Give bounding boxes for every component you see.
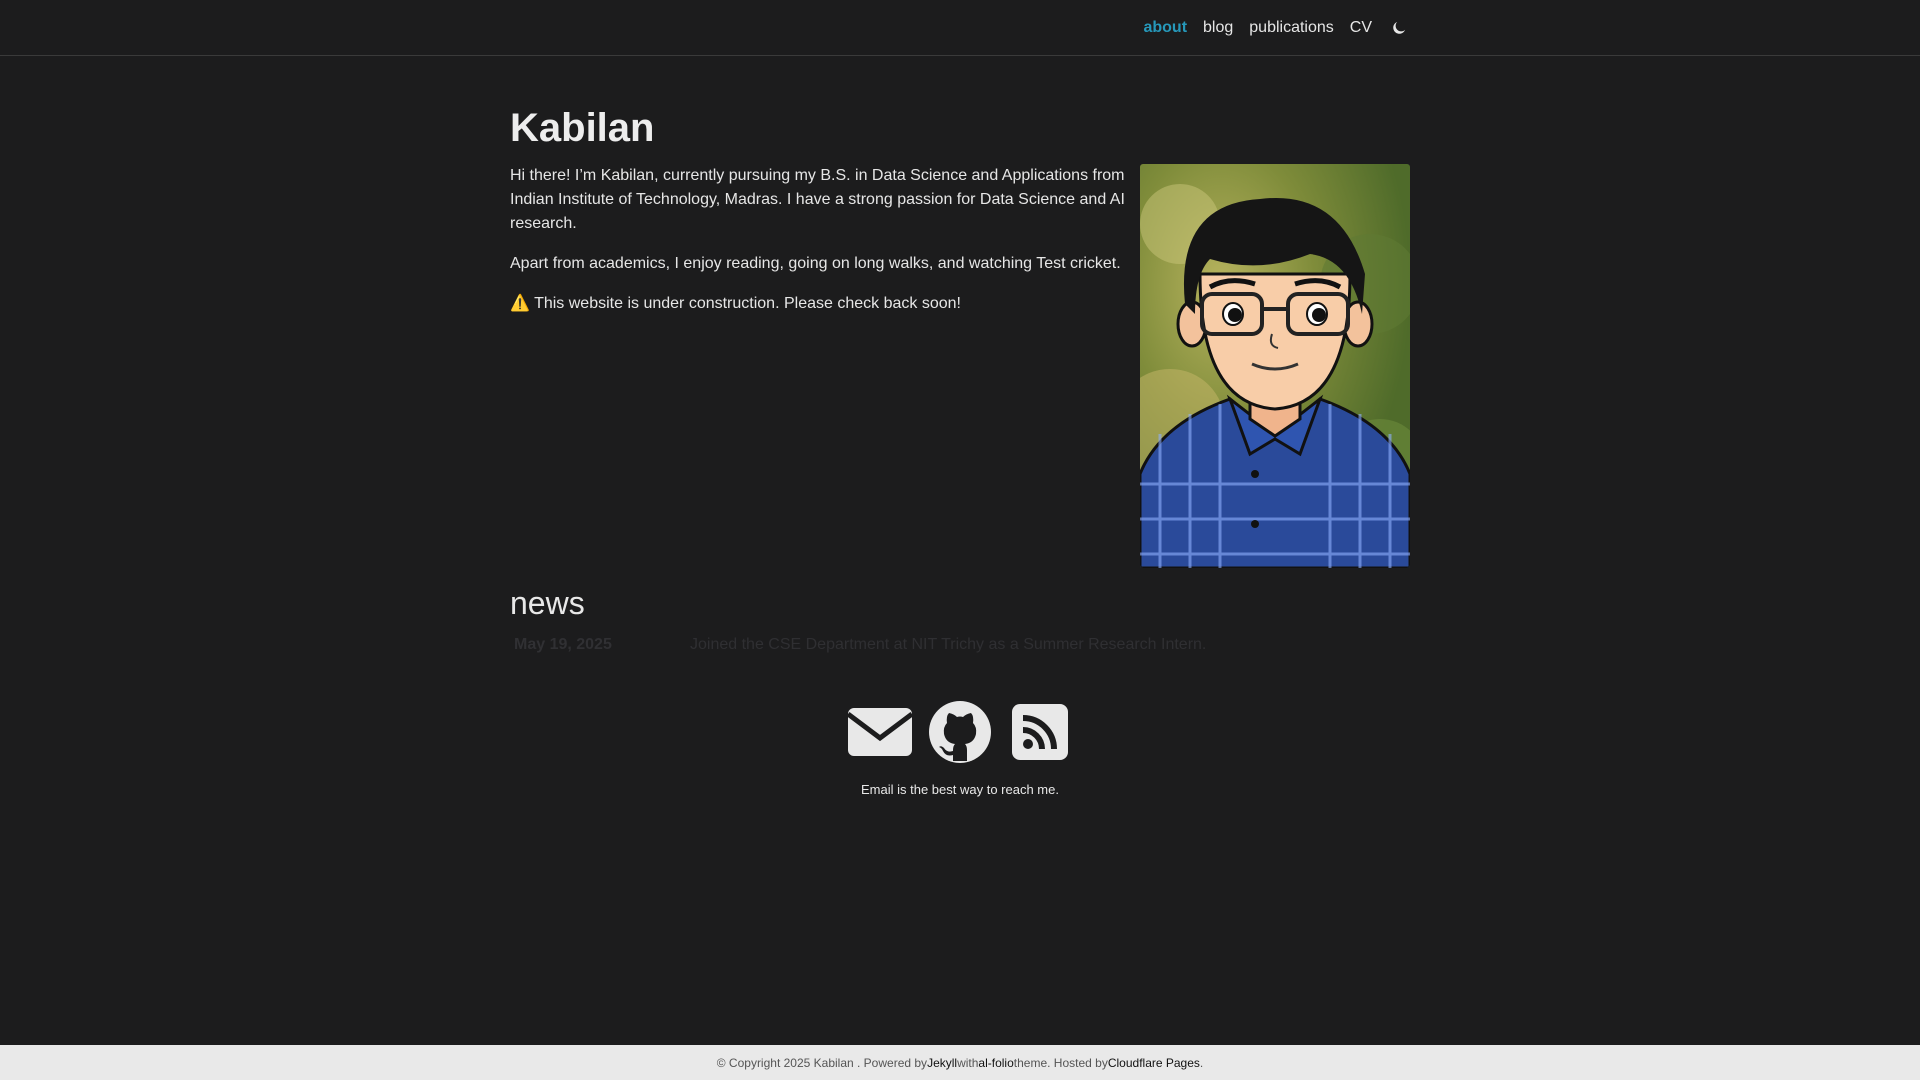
nav-item-blog[interactable]: blog xyxy=(1195,19,1241,37)
construction-notice: ⚠️ This website is under construction. P… xyxy=(510,295,961,312)
news-heading: news xyxy=(510,585,585,621)
main-content: Kabilan Hi there! I’m Kabilan, currently… xyxy=(510,56,1410,654)
footer-link-jekyll[interactable]: Jekyll xyxy=(927,1056,957,1070)
nav-item-cv[interactable]: CV xyxy=(1342,19,1380,37)
nav-item-about[interactable]: about xyxy=(1135,19,1195,37)
nav-links: about blog publications CV xyxy=(1135,0,1410,55)
rss-icon[interactable] xyxy=(1008,700,1072,764)
footer: © Copyright 2025 Kabilan . Powered by Je… xyxy=(0,1045,1920,1080)
envelope-icon[interactable] xyxy=(848,700,912,764)
social-links xyxy=(0,700,1920,764)
news-date: May 19, 2025 xyxy=(514,636,612,654)
page-title: Kabilan xyxy=(510,106,655,150)
news-item: May 19, 2025 Joined the CSE Department a… xyxy=(510,636,1410,654)
about-paragraph-intro: Hi there! I’m Kabilan, currently pursuin… xyxy=(510,167,1125,232)
footer-link-alfolio[interactable]: al-folio xyxy=(978,1056,1013,1070)
nav-item-publications[interactable]: publications xyxy=(1241,19,1342,37)
about-text: Hi there! I’m Kabilan, currently pursuin… xyxy=(510,164,1125,316)
profile-picture xyxy=(1140,164,1410,568)
moon-icon xyxy=(1393,21,1406,34)
footer-theme: theme. Hosted by xyxy=(1013,1055,1108,1070)
footer-suffix: . xyxy=(1199,1055,1204,1070)
theme-toggle-button[interactable] xyxy=(1388,17,1410,39)
contact-note: Email is the best way to reach me. xyxy=(861,782,1059,797)
navbar: about blog publications CV xyxy=(0,0,1920,56)
footer-with: with xyxy=(957,1055,979,1070)
about-paragraph-hobbies: Apart from academics, I enjoy reading, g… xyxy=(510,255,1121,272)
about-section: Hi there! I’m Kabilan, currently pursuin… xyxy=(510,164,1410,570)
footer-link-cloudflare[interactable]: Cloudflare Pages xyxy=(1108,1056,1200,1070)
github-icon[interactable] xyxy=(928,700,992,764)
footer-copyright: © Copyright 2025 Kabilan . Powered by xyxy=(716,1055,928,1070)
news-text: Joined the CSE Department at NIT Trichy … xyxy=(690,636,1207,654)
